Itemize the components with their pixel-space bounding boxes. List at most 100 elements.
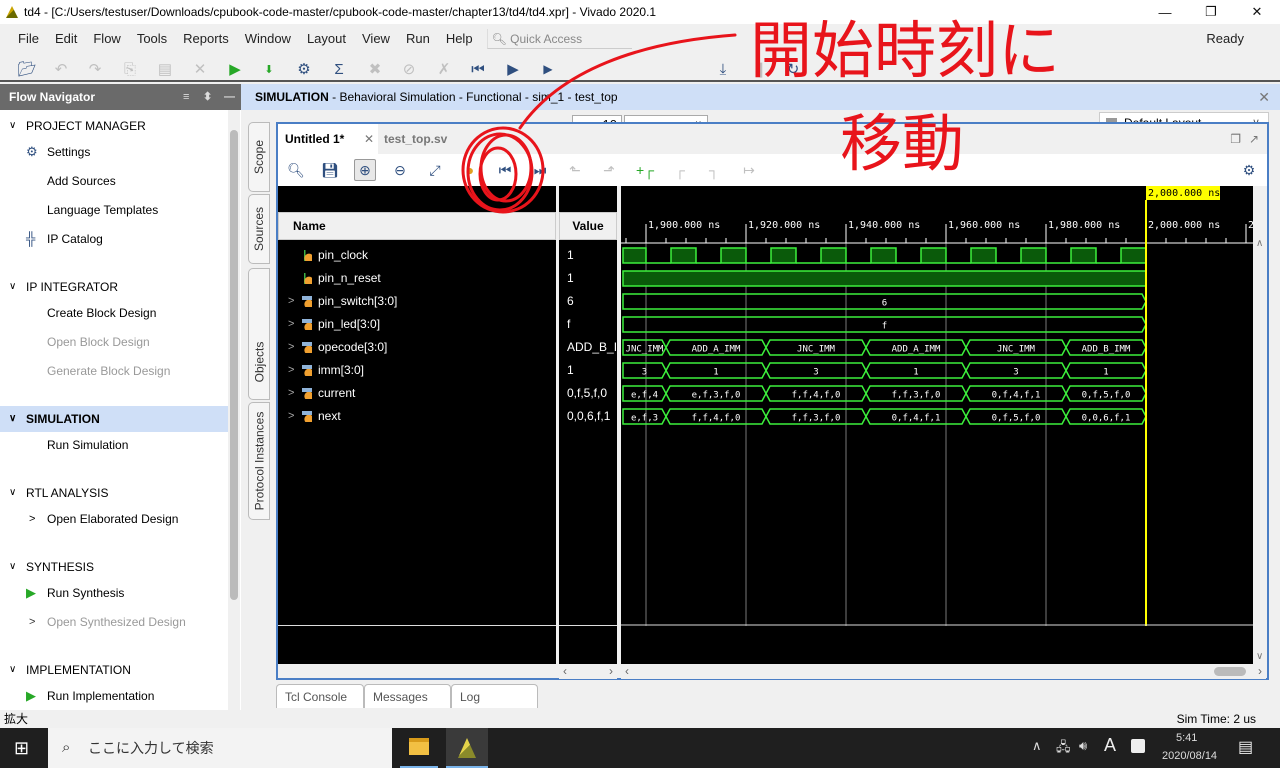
previous-transition-icon[interactable]: ⬑ (564, 159, 586, 181)
section-synthesis[interactable]: ∨ SYNTHESIS (0, 554, 228, 580)
menu-reports[interactable]: Reports (175, 26, 237, 52)
scroll-up-icon[interactable]: ∧ (1256, 238, 1263, 249)
nav-run-simulation[interactable]: Run Simulation (0, 432, 228, 458)
signal-row[interactable]: > pin_led[3:0] (278, 313, 556, 336)
zoom-out-icon[interactable]: ⊖ (389, 159, 411, 181)
clock-time[interactable]: 5:41 (1176, 732, 1197, 744)
disabled-tool-icon[interactable]: ⊘ (398, 58, 420, 80)
next-transition-icon[interactable]: ⬏ (598, 159, 620, 181)
signal-row[interactable]: > pin_switch[3:0] (278, 290, 556, 313)
signal-row[interactable]: > opecode[3:0] (278, 336, 556, 359)
run-all-icon[interactable]: ▶ (502, 58, 524, 80)
go-to-time-zero-icon[interactable]: ⏮︎ (494, 159, 516, 181)
menu-tools[interactable]: Tools (129, 26, 175, 52)
wave-hscroll[interactable]: ‹ › (621, 664, 1266, 679)
previous-marker-icon[interactable]: ┌ (669, 159, 691, 181)
delete-icon[interactable]: ✕ (189, 58, 211, 80)
menu-window[interactable]: Window (237, 26, 299, 52)
float-panel-icon[interactable]: ↗ (1249, 132, 1259, 146)
volume-icon[interactable]: 🔊︎ (1079, 738, 1087, 754)
signal-row[interactable]: > current (278, 382, 556, 405)
minimize-button[interactable]: — (1142, 0, 1188, 24)
zoom-fit-icon[interactable]: ⤢ (424, 159, 446, 181)
nav-open-synthesized-design[interactable]: > Open Synthesized Design (0, 609, 228, 635)
add-marker-icon[interactable]: +┌ (634, 159, 656, 181)
expand-icon[interactable]: > (288, 290, 294, 313)
run-icon[interactable]: ▶ (224, 58, 246, 80)
menu-layout[interactable]: Layout (299, 26, 354, 52)
signal-row[interactable]: > next (278, 405, 556, 428)
expand-icon[interactable]: > (288, 336, 294, 359)
menu-view[interactable]: View (354, 26, 398, 52)
tab-sources[interactable]: Sources (248, 194, 270, 264)
close-button[interactable]: ✕ (1234, 0, 1280, 24)
run-for-time-icon[interactable]: ▶ (537, 58, 559, 80)
tab-test-top-sv[interactable]: test_top.sv (378, 124, 473, 154)
tab-tcl-console[interactable]: Tcl Console (276, 684, 364, 708)
restart-sim-icon[interactable]: ⏮︎ (467, 58, 489, 80)
menu-run[interactable]: Run (398, 26, 438, 52)
ime-icon[interactable] (1131, 739, 1145, 753)
tab-protocol-instances[interactable]: Protocol Instances (248, 402, 270, 520)
scroll-right-icon[interactable]: › (609, 664, 613, 679)
tray-expand-icon[interactable]: ∧ (1032, 738, 1042, 754)
expand-icon[interactable]: > (288, 382, 294, 405)
nav-create-block-design[interactable]: Create Block Design (0, 300, 228, 326)
section-implementation[interactable]: ∨ IMPLEMENTATION (0, 657, 228, 683)
menu-flow[interactable]: Flow (85, 26, 128, 52)
waveform-canvas[interactable]: 1,900.000 ns 1,920.000 ns 1,940.000 ns 1,96… (621, 186, 1267, 664)
tab-log[interactable]: Log (451, 684, 538, 708)
expand-icon[interactable]: > (288, 405, 294, 428)
settings-icon[interactable]: ⚙ (293, 58, 315, 80)
section-ip-integrator[interactable]: ∨ IP INTEGRATOR (0, 274, 228, 300)
nav-open-block-design[interactable]: Open Block Design (0, 329, 228, 355)
section-project-manager[interactable]: ∨ PROJECT MANAGER (0, 113, 228, 139)
search-icon[interactable]: 🔍︎ (285, 159, 307, 181)
nav-add-sources[interactable]: Add Sources (0, 168, 228, 194)
section-rtl-analysis[interactable]: ∨ RTL ANALYSIS (0, 480, 228, 506)
step-icon[interactable]: ⤓ (712, 58, 734, 80)
gear-icon[interactable]: ⚙ (1238, 159, 1260, 181)
undo-icon[interactable]: ↶ (50, 58, 72, 80)
menu-edit[interactable]: Edit (47, 26, 85, 52)
minimize-panel-icon[interactable]: — (224, 84, 235, 110)
disabled-tool-icon[interactable]: ✖ (364, 58, 386, 80)
scroll-left-icon[interactable]: ‹ (625, 664, 629, 678)
restore-panel-icon[interactable]: ❐ (1230, 132, 1241, 146)
value-column-header[interactable]: Value (559, 212, 617, 240)
expand-icon[interactable]: > (288, 359, 294, 382)
nav-ip-catalog[interactable]: ╬ IP Catalog (0, 226, 228, 252)
tab-objects[interactable]: Objects (248, 268, 270, 400)
signal-row[interactable]: pin_n_reset (278, 267, 556, 290)
save-icon[interactable]: 💾︎ (319, 159, 341, 181)
section-simulation[interactable]: ∨ SIMULATION (0, 406, 228, 432)
taskbar-search[interactable]: ⌕ ここに入力して検索 (48, 728, 392, 768)
tab-untitled-1[interactable]: Untitled 1* ✕ (278, 124, 378, 154)
signal-row[interactable]: > imm[3:0] (278, 359, 556, 382)
nav-run-implementation[interactable]: ▶ Run Implementation (0, 683, 228, 709)
redo-icon[interactable]: ↷ (84, 58, 106, 80)
open-project-icon[interactable]: 📂︎ (16, 58, 38, 80)
next-marker-icon[interactable]: ┐ (703, 159, 725, 181)
menu-help[interactable]: Help (438, 26, 481, 52)
paste-icon[interactable]: ▤ (154, 58, 176, 80)
clock-date[interactable]: 2020/08/14 (1162, 750, 1217, 762)
waveform-pane[interactable]: 1,900.000 ns 1,920.000 ns 1,940.000 ns 1,96… (621, 186, 1267, 664)
scrollbar-thumb[interactable] (1214, 667, 1246, 676)
go-to-last-time-icon[interactable]: ⏭︎ (529, 159, 551, 181)
swap-cursors-icon[interactable]: ↦ (738, 159, 760, 181)
menu-file[interactable]: File (10, 26, 47, 52)
zoom-in-icon[interactable]: ⊕ (354, 159, 376, 181)
nav-open-elaborated-design[interactable]: > Open Elaborated Design (0, 506, 228, 532)
zoom-to-cursor-icon[interactable]: ● (459, 159, 481, 181)
nav-generate-block-design[interactable]: Generate Block Design (0, 358, 228, 384)
collapse-all-icon[interactable]: ≡ (183, 84, 189, 110)
network-icon[interactable]: 🖧︎ (1056, 738, 1071, 760)
quick-access-input[interactable]: 🔍︎ Quick Access (486, 29, 632, 49)
file-explorer-taskbar-button[interactable] (400, 728, 438, 768)
scroll-left-icon[interactable]: ‹ (563, 664, 567, 678)
sum-icon[interactable]: Σ (328, 58, 350, 80)
name-column-header[interactable]: Name (278, 212, 556, 240)
generate-bitstream-icon[interactable]: ⬇ (258, 58, 280, 80)
windows-start-icon[interactable]: ⊞ (14, 738, 29, 759)
